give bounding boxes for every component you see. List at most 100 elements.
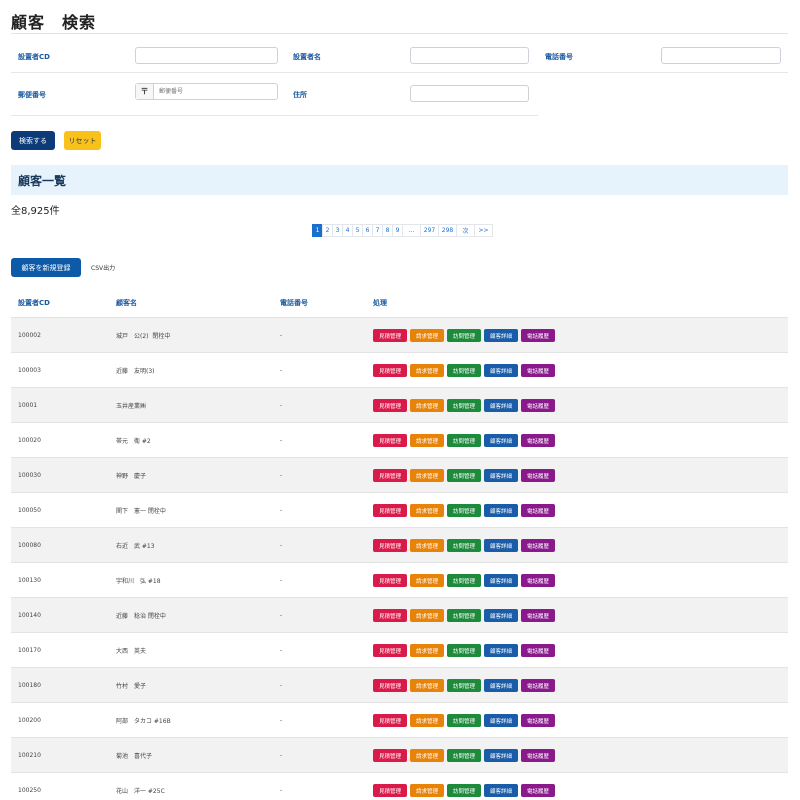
billing-button[interactable]: 請求管理 bbox=[410, 434, 444, 447]
estimate-button[interactable]: 見積管理 bbox=[373, 329, 407, 342]
phone-input[interactable] bbox=[661, 47, 781, 64]
estimate-button[interactable]: 見積管理 bbox=[373, 749, 407, 762]
billing-button[interactable]: 請求管理 bbox=[410, 784, 444, 797]
customer-detail-button[interactable]: 顧客詳細 bbox=[484, 539, 518, 552]
csv-export-link[interactable]: CSV出力 bbox=[91, 263, 115, 272]
call-history-button[interactable]: 電話履歴 bbox=[521, 434, 555, 447]
billing-button[interactable]: 請求管理 bbox=[410, 364, 444, 377]
billing-button[interactable]: 請求管理 bbox=[410, 329, 444, 342]
billing-button[interactable]: 請求管理 bbox=[410, 399, 444, 412]
installer-cd-cell: 100170 bbox=[18, 647, 41, 654]
call-history-button[interactable]: 電話履歴 bbox=[521, 574, 555, 587]
visit-button[interactable]: 訪問管理 bbox=[447, 714, 481, 727]
customer-detail-button[interactable]: 顧客詳細 bbox=[484, 469, 518, 482]
estimate-button[interactable]: 見積管理 bbox=[373, 539, 407, 552]
call-history-button[interactable]: 電話履歴 bbox=[521, 329, 555, 342]
visit-button[interactable]: 訪問管理 bbox=[447, 469, 481, 482]
estimate-button[interactable]: 見積管理 bbox=[373, 609, 407, 622]
visit-button[interactable]: 訪問管理 bbox=[447, 399, 481, 412]
call-history-button[interactable]: 電話履歴 bbox=[521, 469, 555, 482]
address-input[interactable] bbox=[410, 85, 529, 102]
customer-detail-button[interactable]: 顧客詳細 bbox=[484, 434, 518, 447]
reset-button[interactable]: リセット bbox=[64, 131, 101, 150]
phone-cell: - bbox=[280, 367, 283, 374]
customer-detail-button[interactable]: 顧客詳細 bbox=[484, 784, 518, 797]
page-link[interactable]: ... bbox=[402, 224, 421, 237]
visit-button[interactable]: 訪問管理 bbox=[447, 749, 481, 762]
call-history-button[interactable]: 電話履歴 bbox=[521, 784, 555, 797]
page-link[interactable]: 297 bbox=[420, 224, 439, 237]
billing-button[interactable]: 請求管理 bbox=[410, 539, 444, 552]
page-link[interactable]: >> bbox=[474, 224, 493, 237]
billing-button[interactable]: 請求管理 bbox=[410, 679, 444, 692]
customer-detail-button[interactable]: 顧客詳細 bbox=[484, 644, 518, 657]
postal-mark-icon: 〒 bbox=[136, 84, 154, 99]
estimate-button[interactable]: 見積管理 bbox=[373, 364, 407, 377]
visit-button[interactable]: 訪問管理 bbox=[447, 609, 481, 622]
customer-detail-button[interactable]: 顧客詳細 bbox=[484, 679, 518, 692]
postal-code-input[interactable] bbox=[154, 84, 274, 99]
visit-button[interactable]: 訪問管理 bbox=[447, 784, 481, 797]
actions-cell: 見積管理 請求管理 訪問管理 顧客詳細 電話履歴 bbox=[373, 493, 555, 528]
billing-button[interactable]: 請求管理 bbox=[410, 469, 444, 482]
estimate-button[interactable]: 見積管理 bbox=[373, 714, 407, 727]
address-label: 住所 bbox=[293, 91, 307, 99]
installer-name-label: 設置者名 bbox=[293, 53, 321, 61]
installer-cd-input[interactable] bbox=[135, 47, 278, 64]
customer-detail-button[interactable]: 顧客詳細 bbox=[484, 609, 518, 622]
installer-name-input[interactable] bbox=[410, 47, 529, 64]
billing-button[interactable]: 請求管理 bbox=[410, 574, 444, 587]
customer-detail-button[interactable]: 顧客詳細 bbox=[484, 574, 518, 587]
phone-cell: - bbox=[280, 682, 283, 689]
installer-cd-cell: 100002 bbox=[18, 332, 41, 339]
estimate-button[interactable]: 見積管理 bbox=[373, 679, 407, 692]
visit-button[interactable]: 訪問管理 bbox=[447, 574, 481, 587]
actions-cell: 見積管理 請求管理 訪問管理 顧客詳細 電話履歴 bbox=[373, 598, 555, 633]
call-history-button[interactable]: 電話履歴 bbox=[521, 679, 555, 692]
call-history-button[interactable]: 電話履歴 bbox=[521, 539, 555, 552]
search-button[interactable]: 検索する bbox=[11, 131, 55, 150]
call-history-button[interactable]: 電話履歴 bbox=[521, 644, 555, 657]
estimate-button[interactable]: 見積管理 bbox=[373, 644, 407, 657]
estimate-button[interactable]: 見積管理 bbox=[373, 469, 407, 482]
estimate-button[interactable]: 見積管理 bbox=[373, 504, 407, 517]
call-history-button[interactable]: 電話履歴 bbox=[521, 399, 555, 412]
page-link[interactable]: 次 bbox=[456, 224, 475, 237]
customer-detail-button[interactable]: 顧客詳細 bbox=[484, 504, 518, 517]
customer-detail-button[interactable]: 顧客詳細 bbox=[484, 329, 518, 342]
visit-button[interactable]: 訪問管理 bbox=[447, 364, 481, 377]
visit-button[interactable]: 訪問管理 bbox=[447, 539, 481, 552]
customer-detail-button[interactable]: 顧客詳細 bbox=[484, 714, 518, 727]
customer-name-cell: 大西 英夫 bbox=[116, 648, 147, 655]
phone-cell: - bbox=[280, 787, 283, 794]
table-row: 100210 菊池 喜代子 - 見積管理 請求管理 訪問管理 顧客詳細 電話履歴 bbox=[11, 737, 788, 772]
call-history-button[interactable]: 電話履歴 bbox=[521, 609, 555, 622]
new-customer-button[interactable]: 顧客を新規登録 bbox=[11, 258, 81, 277]
billing-button[interactable]: 請求管理 bbox=[410, 749, 444, 762]
estimate-button[interactable]: 見積管理 bbox=[373, 434, 407, 447]
visit-button[interactable]: 訪問管理 bbox=[447, 679, 481, 692]
visit-button[interactable]: 訪問管理 bbox=[447, 644, 481, 657]
call-history-button[interactable]: 電話履歴 bbox=[521, 714, 555, 727]
table-row: 100080 右近 武 #13 - 見積管理 請求管理 訪問管理 顧客詳細 電話履歴 bbox=[11, 527, 788, 562]
call-history-button[interactable]: 電話履歴 bbox=[521, 504, 555, 517]
actions-cell: 見積管理 請求管理 訪問管理 顧客詳細 電話履歴 bbox=[373, 458, 555, 493]
customer-detail-button[interactable]: 顧客詳細 bbox=[484, 399, 518, 412]
call-history-button[interactable]: 電話履歴 bbox=[521, 364, 555, 377]
billing-button[interactable]: 請求管理 bbox=[410, 504, 444, 517]
billing-button[interactable]: 請求管理 bbox=[410, 644, 444, 657]
visit-button[interactable]: 訪問管理 bbox=[447, 329, 481, 342]
actions-cell: 見積管理 請求管理 訪問管理 顧客詳細 電話履歴 bbox=[373, 633, 555, 668]
installer-cd-cell: 100050 bbox=[18, 507, 41, 514]
call-history-button[interactable]: 電話履歴 bbox=[521, 749, 555, 762]
estimate-button[interactable]: 見積管理 bbox=[373, 784, 407, 797]
visit-button[interactable]: 訪問管理 bbox=[447, 504, 481, 517]
visit-button[interactable]: 訪問管理 bbox=[447, 434, 481, 447]
estimate-button[interactable]: 見積管理 bbox=[373, 399, 407, 412]
billing-button[interactable]: 請求管理 bbox=[410, 714, 444, 727]
page-link[interactable]: 298 bbox=[438, 224, 457, 237]
customer-detail-button[interactable]: 顧客詳細 bbox=[484, 749, 518, 762]
billing-button[interactable]: 請求管理 bbox=[410, 609, 444, 622]
customer-detail-button[interactable]: 顧客詳細 bbox=[484, 364, 518, 377]
estimate-button[interactable]: 見積管理 bbox=[373, 574, 407, 587]
